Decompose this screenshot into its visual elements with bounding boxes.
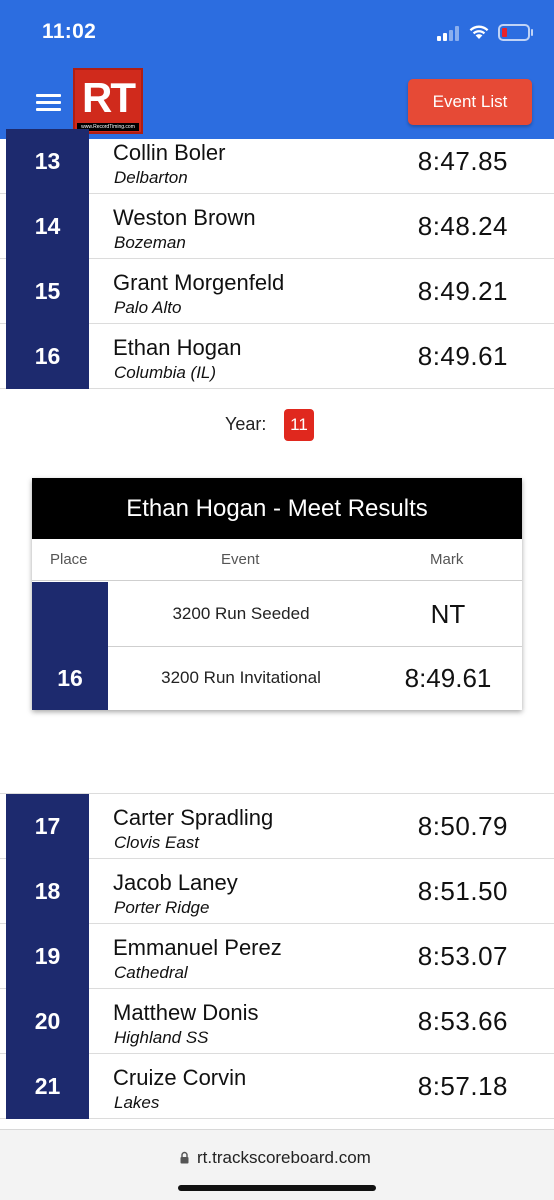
results-list-bottom: 17 Carter Spradling Clovis East 8:50.79 … bbox=[0, 793, 554, 1119]
year-label: Year: bbox=[225, 414, 267, 434]
meet-result-row[interactable]: 16 3200 Run Invitational 8:49.61 bbox=[32, 646, 522, 711]
place-number: 20 bbox=[6, 989, 89, 1054]
cellular-signal-icon bbox=[437, 25, 463, 41]
result-row-selected[interactable]: 16 Ethan Hogan Columbia (IL) 8:49.61 bbox=[0, 324, 554, 389]
lock-icon bbox=[180, 1151, 189, 1164]
place-number: 21 bbox=[6, 1054, 89, 1119]
place-number: 15 bbox=[6, 259, 89, 324]
result-row[interactable]: 13 Collin Boler Delbarton 8:47.85 bbox=[0, 129, 554, 194]
battery-tip bbox=[531, 29, 533, 36]
athlete-school: Palo Alto bbox=[114, 298, 182, 317]
athlete-name: Weston Brown bbox=[113, 205, 256, 230]
col-header-place: Place bbox=[50, 551, 88, 568]
result-row[interactable]: 15 Grant Morgenfeld Palo Alto 8:49.21 bbox=[0, 259, 554, 324]
url-text[interactable]: rt.trackscoreboard.com bbox=[197, 1148, 371, 1168]
result-row[interactable]: 18 Jacob Laney Porter Ridge 8:51.50 bbox=[0, 859, 554, 924]
place-number: 16 bbox=[6, 324, 89, 389]
meet-place bbox=[32, 582, 108, 646]
place-number: 19 bbox=[6, 924, 89, 989]
menu-icon[interactable] bbox=[36, 94, 61, 111]
athlete-school: Columbia (IL) bbox=[114, 363, 217, 382]
app-header: 11:02 RT www.RecordTiming.com Event List bbox=[0, 0, 554, 139]
meet-results-card: Ethan Hogan - Meet Results Place Event M… bbox=[32, 478, 522, 710]
result-mark: 8:53.07 bbox=[417, 941, 508, 971]
card-title: Ethan Hogan - Meet Results bbox=[32, 478, 522, 539]
wifi-icon bbox=[469, 25, 489, 39]
athlete-school: Delbarton bbox=[114, 168, 188, 187]
result-mark: 8:51.50 bbox=[417, 876, 508, 906]
meet-mark: 8:49.61 bbox=[404, 663, 492, 693]
meet-mark: NT bbox=[430, 599, 466, 629]
home-indicator[interactable] bbox=[178, 1185, 376, 1191]
athlete-name: Carter Spradling bbox=[113, 805, 274, 830]
status-bar: 11:02 bbox=[0, 0, 554, 68]
athlete-school: Lakes bbox=[114, 1093, 160, 1112]
result-mark: 8:49.21 bbox=[417, 276, 508, 306]
year-badge: 11 bbox=[284, 409, 314, 441]
athlete-name: Jacob Laney bbox=[113, 870, 238, 895]
result-row[interactable]: 21 Cruize Corvin Lakes 8:57.18 bbox=[0, 1054, 554, 1119]
meet-place: 16 bbox=[32, 646, 108, 710]
athlete-school: Clovis East bbox=[114, 833, 200, 852]
place-number: 18 bbox=[6, 859, 89, 924]
col-header-event: Event bbox=[221, 551, 260, 568]
athlete-school: Cathedral bbox=[114, 963, 188, 982]
place-number: 14 bbox=[6, 194, 89, 259]
recordtiming-logo[interactable]: RT www.RecordTiming.com bbox=[73, 68, 143, 134]
card-table-header: Place Event Mark bbox=[32, 539, 522, 581]
athlete-school: Bozeman bbox=[114, 233, 186, 252]
col-header-mark: Mark bbox=[430, 551, 464, 568]
event-list-button[interactable]: Event List bbox=[408, 79, 532, 125]
meet-result-row[interactable]: 3200 Run Seeded NT bbox=[32, 582, 522, 647]
athlete-name: Cruize Corvin bbox=[113, 1065, 247, 1090]
logo-text: RT bbox=[82, 74, 136, 121]
result-mark: 8:53.66 bbox=[417, 1006, 508, 1036]
browser-url-bar[interactable]: rt.trackscoreboard.com bbox=[0, 1129, 554, 1200]
athlete-name: Collin Boler bbox=[113, 140, 226, 165]
athlete-name: Matthew Donis bbox=[113, 1000, 259, 1025]
athlete-name: Emmanuel Perez bbox=[113, 935, 282, 960]
result-mark: 8:50.79 bbox=[417, 811, 508, 841]
result-mark: 8:57.18 bbox=[417, 1071, 508, 1101]
result-mark: 8:49.61 bbox=[417, 341, 508, 371]
result-mark: 8:48.24 bbox=[417, 211, 508, 241]
athlete-name: Ethan Hogan bbox=[113, 335, 242, 360]
place-number: 17 bbox=[6, 794, 89, 859]
result-row[interactable]: 17 Carter Spradling Clovis East 8:50.79 bbox=[0, 794, 554, 859]
place-number: 13 bbox=[6, 129, 89, 194]
result-row[interactable]: 14 Weston Brown Bozeman 8:48.24 bbox=[0, 194, 554, 259]
athlete-name: Grant Morgenfeld bbox=[113, 270, 285, 295]
meet-event: 3200 Run Invitational bbox=[161, 668, 321, 687]
result-row[interactable]: 19 Emmanuel Perez Cathedral 8:53.07 bbox=[0, 924, 554, 989]
status-time: 11:02 bbox=[42, 20, 97, 43]
athlete-school: Highland SS bbox=[114, 1028, 209, 1047]
meet-event: 3200 Run Seeded bbox=[172, 604, 310, 623]
result-mark: 8:47.85 bbox=[417, 146, 508, 176]
battery-icon bbox=[498, 24, 530, 41]
results-list-top: 13 Collin Boler Delbarton 8:47.85 14 Wes… bbox=[0, 129, 554, 389]
result-row[interactable]: 20 Matthew Donis Highland SS 8:53.66 bbox=[0, 989, 554, 1054]
athlete-school: Porter Ridge bbox=[114, 898, 210, 917]
